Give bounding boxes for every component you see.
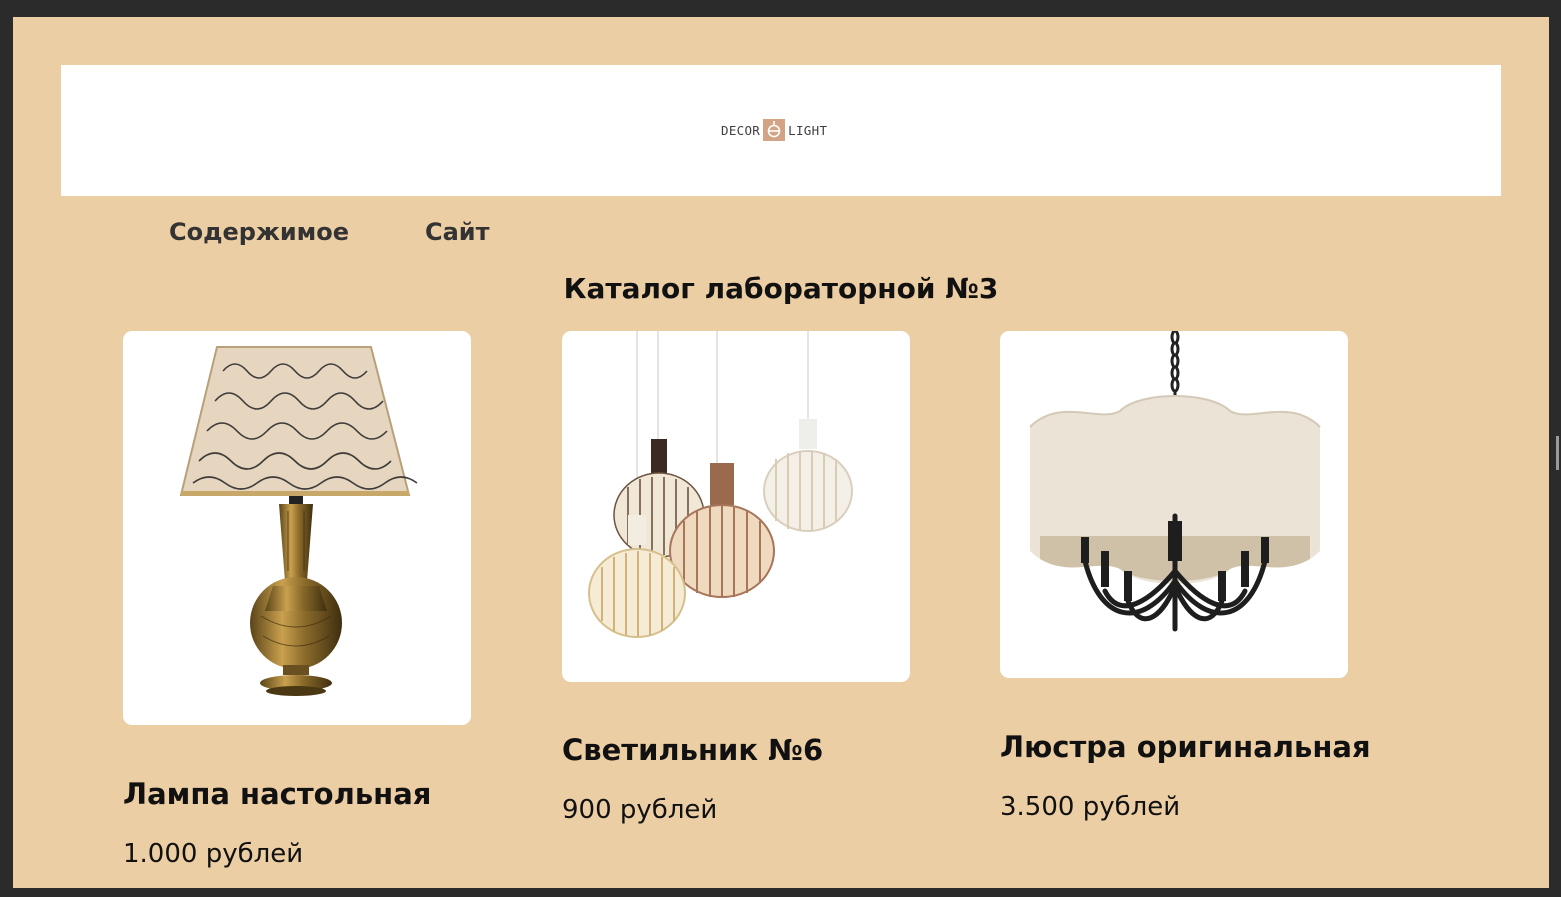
product-image-table-lamp[interactable] bbox=[123, 331, 471, 725]
product-price: 900 рублей bbox=[562, 795, 718, 825]
logo-text-right: LIGHT bbox=[788, 122, 828, 138]
page-title: Каталог лабораторной №3 bbox=[563, 272, 999, 305]
product-price: 1.000 рублей bbox=[123, 839, 304, 869]
site-header: DECOR LIGHT bbox=[61, 65, 1501, 196]
nav-link-content[interactable]: Содержимое bbox=[169, 218, 349, 246]
product-name[interactable]: Люстра оригинальная bbox=[1000, 730, 1371, 764]
nav-link-site[interactable]: Сайт bbox=[425, 218, 490, 246]
product-name[interactable]: Лампа настольная bbox=[123, 777, 431, 811]
chandelier-image bbox=[1029, 331, 1321, 632]
page: DECOR LIGHT Содержимое Сайт Каталог лабо… bbox=[13, 17, 1549, 888]
product-image-chandelier[interactable] bbox=[1000, 331, 1348, 678]
product-image-pendant-lights[interactable] bbox=[562, 331, 910, 682]
pendant-lights-image bbox=[588, 331, 853, 638]
scrollbar-handle[interactable] bbox=[1556, 436, 1559, 470]
product-name[interactable]: Светильник №6 bbox=[562, 733, 823, 767]
logo[interactable]: DECOR LIGHT bbox=[721, 118, 827, 142]
logo-text-left: DECOR bbox=[721, 122, 761, 138]
product-price: 3.500 рублей bbox=[1000, 792, 1181, 822]
lamp-icon bbox=[763, 119, 786, 141]
table-lamp-image bbox=[179, 346, 418, 696]
